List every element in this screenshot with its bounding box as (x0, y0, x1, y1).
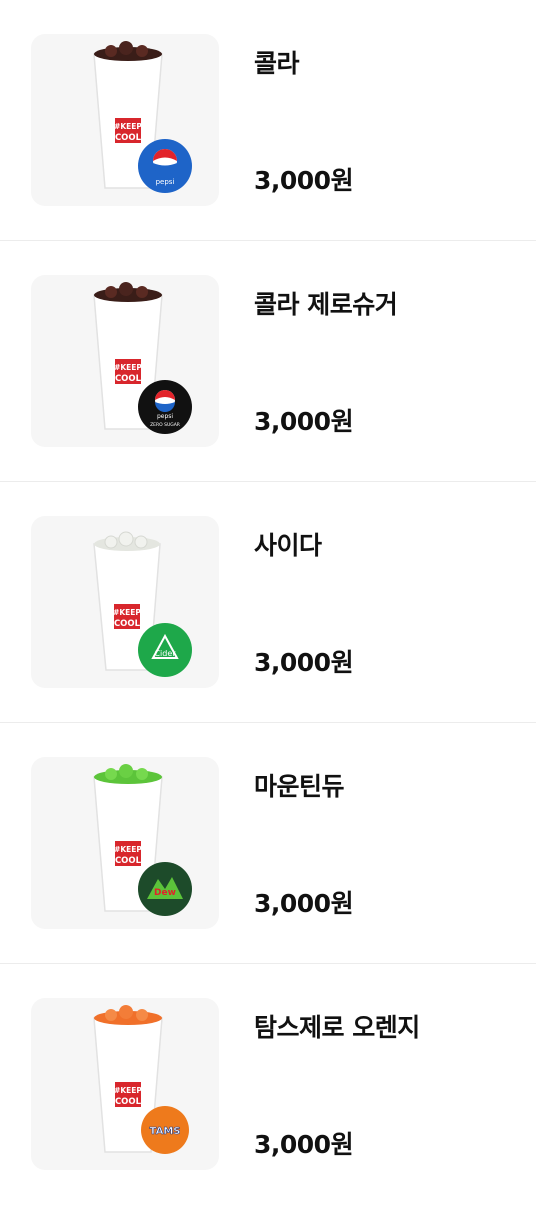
product-name: 마운틴듀 (254, 772, 345, 801)
svg-text:Cider: Cider (154, 649, 176, 658)
chilsung-cider-logo-icon: Cider (138, 623, 192, 677)
product-image-cider: #KEEP COOL Cider (31, 516, 219, 688)
pepsi-logo-icon: pepsi (138, 139, 192, 193)
cup-text-keep: #KEEP (114, 845, 142, 854)
cup-text-cool: COOL (115, 1097, 142, 1107)
menu-item-cider[interactable]: #KEEP COOL Cider 사이다 3,000원 (0, 482, 536, 723)
menu-item-cola-zero-sugar[interactable]: #KEEP COOL pepsi ZERO SUGAR 콜라 제로슈거 3,00… (0, 241, 536, 482)
product-name: 콜라 (254, 49, 300, 78)
svg-text:TAMS: TAMS (150, 1126, 181, 1137)
svg-text:pepsi: pepsi (157, 413, 173, 420)
product-name: 사이다 (254, 531, 322, 560)
product-price: 3,000원 (254, 889, 354, 918)
mountain-dew-logo-icon: Dew (138, 862, 192, 916)
product-image-cola: #KEEP COOL pepsi (31, 34, 219, 206)
menu-item-mountain-dew[interactable]: #KEEP COOL Dew 마운틴듀 3,000원 (0, 723, 536, 964)
svg-text:Dew: Dew (154, 888, 176, 898)
product-price: 3,000원 (254, 648, 354, 677)
product-name: 콜라 제로슈거 (254, 290, 398, 319)
cola-cup-icon: #KEEP COOL pepsi (93, 41, 192, 193)
cup-text-cool: COOL (115, 133, 142, 143)
product-price: 3,000원 (254, 407, 354, 436)
cup-text-keep: #KEEP (114, 122, 142, 131)
cup-text-keep: #KEEP (113, 608, 141, 617)
pepsi-zero-sugar-logo-icon: pepsi ZERO SUGAR (138, 380, 192, 434)
tams-cup-icon: #KEEP COOL TAMS (93, 1005, 189, 1154)
menu-item-cola[interactable]: #KEEP COOL pepsi 콜라 3,000원 (0, 0, 536, 241)
product-name: 탐스제로 오렌지 (254, 1013, 420, 1042)
svg-text:ZERO SUGAR: ZERO SUGAR (150, 422, 180, 428)
product-image-tams-zero-orange: #KEEP COOL TAMS (31, 998, 219, 1170)
cola-zero-cup-icon: #KEEP COOL pepsi ZERO SUGAR (93, 282, 192, 434)
product-image-mountain-dew: #KEEP COOL Dew (31, 757, 219, 929)
cup-text-cool: COOL (115, 374, 142, 384)
cup-text-cool: COOL (115, 856, 142, 866)
mountain-dew-cup-icon: #KEEP COOL Dew (93, 764, 192, 916)
tams-logo-icon: TAMS (141, 1106, 189, 1154)
svg-text:pepsi: pepsi (156, 178, 175, 186)
product-image-cola-zero-sugar: #KEEP COOL pepsi ZERO SUGAR (31, 275, 219, 447)
product-price: 3,000원 (254, 1130, 354, 1159)
cup-text-keep: #KEEP (114, 363, 142, 372)
menu-item-tams-zero-orange[interactable]: #KEEP COOL TAMS 탐스제로 오렌지 3,000원 (0, 964, 536, 1205)
cup-text-cool: COOL (114, 619, 141, 629)
cider-cup-icon: #KEEP COOL Cider (93, 531, 192, 677)
drink-menu-list: #KEEP COOL pepsi 콜라 3,000원 #KEEP COOL pe… (0, 0, 536, 1200)
product-price: 3,000원 (254, 166, 354, 195)
cup-text-keep: #KEEP (114, 1086, 142, 1095)
